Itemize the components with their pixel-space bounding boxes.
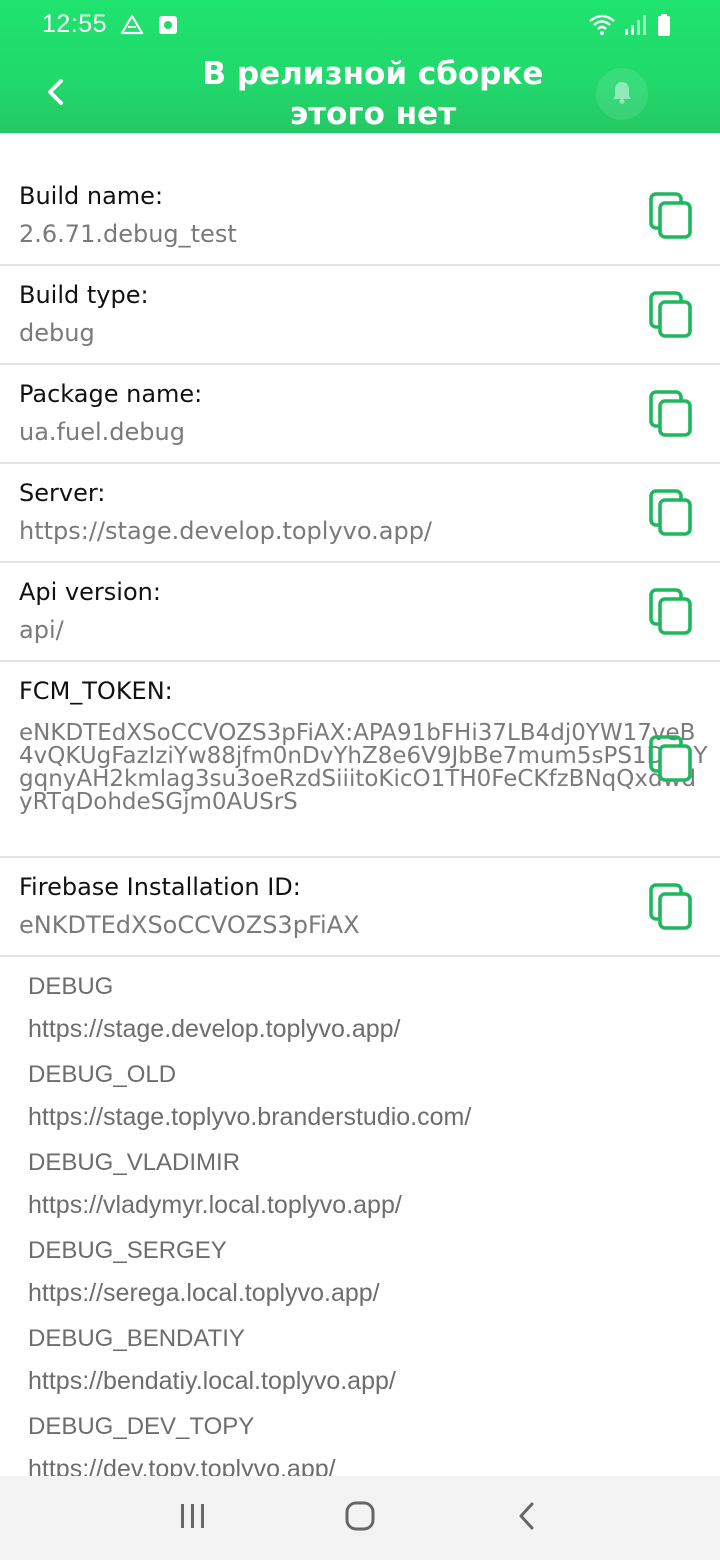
back-button[interactable] bbox=[30, 68, 82, 120]
copy-icon bbox=[649, 488, 693, 541]
info-value: 2.6.71.debug_test bbox=[19, 220, 237, 248]
info-label: Firebase Installation ID: bbox=[19, 873, 301, 901]
server-item[interactable]: DEBUG_VLADIMIR https://vladymyr.local.to… bbox=[28, 1143, 720, 1227]
back-icon bbox=[517, 1501, 537, 1535]
info-row-fcm-token: FCM_TOKEN: eNKDTEdXSoCCVOZS3pFiAX:APA91b… bbox=[0, 662, 720, 858]
copy-button[interactable] bbox=[649, 290, 693, 339]
info-value: api/ bbox=[19, 616, 64, 644]
recents-icon bbox=[178, 1502, 208, 1534]
info-label: FCM_TOKEN: bbox=[19, 677, 173, 705]
copy-icon bbox=[649, 389, 693, 442]
copy-button[interactable] bbox=[649, 389, 693, 438]
server-item[interactable]: DEBUG_OLD https://stage.toplyvo.branders… bbox=[28, 1055, 720, 1139]
info-value: eNKDTEdXSoCCVOZS3pFiAX bbox=[19, 911, 360, 939]
server-item[interactable]: DEBUG_BENDATIY https://bendatiy.local.to… bbox=[28, 1319, 720, 1403]
bell-icon bbox=[610, 79, 634, 109]
copy-button[interactable] bbox=[649, 882, 693, 931]
info-label: Api version: bbox=[19, 578, 161, 606]
copy-icon bbox=[649, 587, 693, 640]
info-label: Build name: bbox=[19, 182, 164, 210]
server-url: https://stage.develop.toplyvo.app/ bbox=[28, 1015, 401, 1043]
battery-icon bbox=[656, 13, 680, 37]
notifications-button[interactable] bbox=[596, 68, 648, 120]
screenshot-icon bbox=[156, 13, 180, 37]
build-info-list: Build name: 2.6.71.debug_test Build type… bbox=[0, 167, 720, 957]
info-row-firebase-id: Firebase Installation ID: eNKDTEdXSoCCVO… bbox=[0, 858, 720, 957]
info-row-server: Server: https://stage.develop.toplyvo.ap… bbox=[0, 464, 720, 563]
server-url: https://serega.local.toplyvo.app/ bbox=[28, 1279, 380, 1307]
server-list: DEBUG https://stage.develop.toplyvo.app/… bbox=[0, 957, 720, 1491]
chevron-left-icon bbox=[45, 78, 67, 110]
server-name: DEBUG_DEV_TOPY bbox=[28, 1413, 255, 1440]
home-button[interactable] bbox=[330, 1488, 390, 1548]
copy-button[interactable] bbox=[649, 191, 693, 240]
home-icon bbox=[344, 1500, 376, 1536]
toolbar: В релизной сборке этого нет bbox=[0, 52, 720, 133]
drive-icon bbox=[120, 13, 144, 37]
wifi-icon bbox=[588, 13, 615, 37]
system-back-button[interactable] bbox=[497, 1488, 557, 1548]
recents-button[interactable] bbox=[163, 1488, 223, 1548]
copy-icon bbox=[649, 882, 693, 935]
info-label: Package name: bbox=[19, 380, 203, 408]
copy-button[interactable] bbox=[649, 488, 693, 537]
server-name: DEBUG_SERGEY bbox=[28, 1237, 227, 1264]
server-url: https://vladymyr.local.toplyvo.app/ bbox=[28, 1191, 402, 1219]
info-label: Build type: bbox=[19, 281, 149, 309]
info-row-build-type: Build type: debug bbox=[0, 266, 720, 365]
content-area: Build name: 2.6.71.debug_test Build type… bbox=[0, 133, 720, 1491]
info-value: https://stage.develop.toplyvo.app/ bbox=[19, 517, 433, 545]
app-header: 12:55 В релизной сборке этого нет bbox=[0, 0, 720, 133]
server-name: DEBUG bbox=[28, 973, 114, 1000]
copy-button[interactable] bbox=[649, 587, 693, 636]
info-value: ua.fuel.debug bbox=[19, 418, 185, 446]
system-nav-bar bbox=[0, 1476, 720, 1560]
info-label: Server: bbox=[19, 479, 106, 507]
info-row-api-version: Api version: api/ bbox=[0, 563, 720, 662]
copy-icon bbox=[649, 735, 693, 787]
server-url: https://stage.toplyvo.branderstudio.com/ bbox=[28, 1103, 472, 1131]
server-name: DEBUG_VLADIMIR bbox=[28, 1149, 241, 1176]
page-title: В релизной сборке этого нет bbox=[202, 56, 544, 132]
copy-icon bbox=[649, 290, 693, 343]
server-name: DEBUG_OLD bbox=[28, 1061, 177, 1088]
info-value: eNKDTEdXSoCCVOZS3pFiAX:APA91bFHi37LB4dj0… bbox=[19, 720, 708, 815]
status-bar: 12:55 bbox=[0, 0, 720, 52]
info-row-package-name: Package name: ua.fuel.debug bbox=[0, 365, 720, 464]
signal-icon bbox=[622, 13, 646, 37]
server-url: https://bendatiy.local.toplyvo.app/ bbox=[28, 1367, 396, 1395]
server-name: DEBUG_BENDATIY bbox=[28, 1325, 245, 1352]
server-item[interactable]: DEBUG https://stage.develop.toplyvo.app/ bbox=[28, 967, 720, 1051]
copy-icon bbox=[649, 191, 693, 244]
info-row-build-name: Build name: 2.6.71.debug_test bbox=[0, 167, 720, 266]
copy-button[interactable] bbox=[649, 735, 693, 783]
info-value: debug bbox=[19, 319, 95, 347]
status-time: 12:55 bbox=[42, 10, 108, 38]
server-item[interactable]: DEBUG_SERGEY https://serega.local.toplyv… bbox=[28, 1231, 720, 1315]
